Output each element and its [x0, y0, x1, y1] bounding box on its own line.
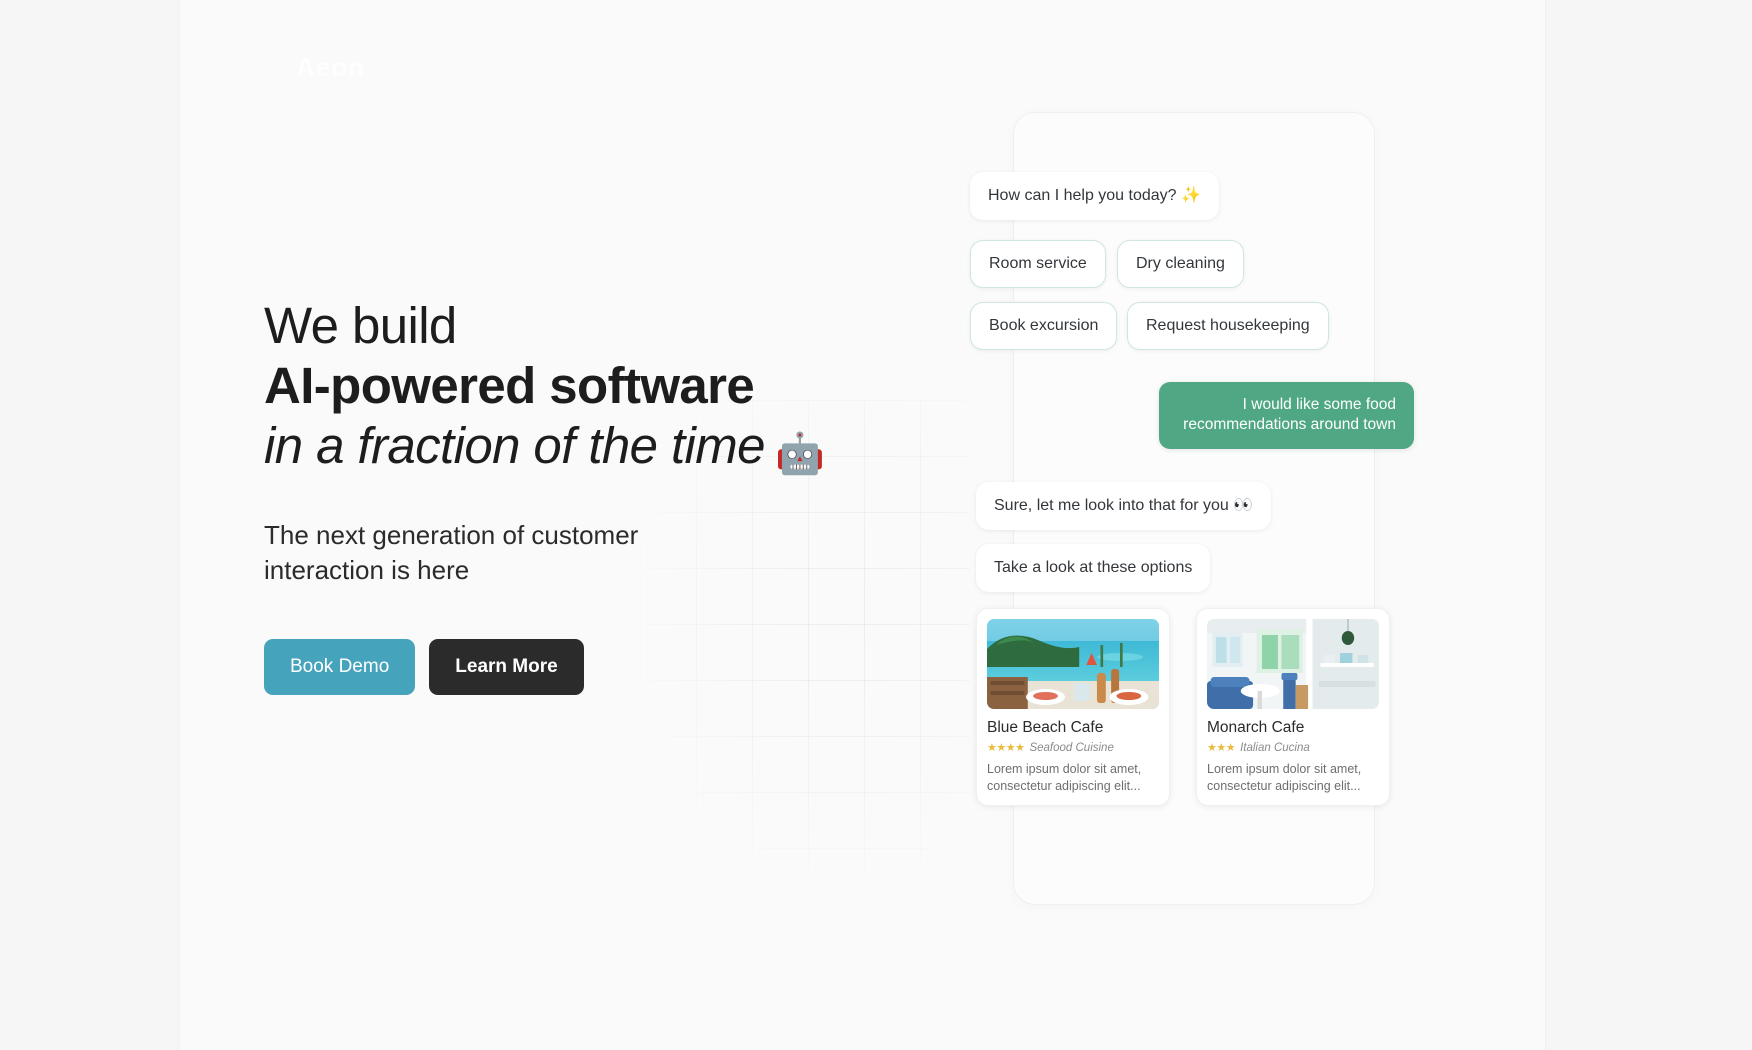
restaurant-cuisine: Italian Cucina	[1240, 741, 1310, 754]
quick-reply-request-housekeeping[interactable]: Request housekeeping	[1127, 302, 1329, 350]
headline-line-3: in a fraction of the time 🤖	[264, 420, 864, 474]
star-rating-icon: ★★★	[1207, 742, 1236, 754]
cta-button-row: Book Demo Learn More	[264, 638, 864, 695]
restaurant-rating-row: ★★★ Italian Cucina	[1207, 741, 1379, 755]
headline-line-3-text: in a fraction of the time	[264, 417, 766, 474]
quick-reply-book-excursion[interactable]: Book excursion	[970, 302, 1118, 350]
learn-more-button[interactable]: Learn More	[429, 638, 584, 695]
bot-reply-bubble-2: Take a look at these options	[976, 544, 1211, 592]
restaurant-card[interactable]: Blue Beach Cafe ★★★★ Seafood Cuisine Lor…	[976, 608, 1170, 806]
user-message-bubble: I would like some food recommendations a…	[1159, 382, 1414, 449]
book-demo-button[interactable]: Book Demo	[264, 638, 416, 695]
star-rating-icon: ★★★★	[987, 742, 1025, 754]
page-root: Aeon We build AI-powered software in a f…	[0, 0, 1752, 1050]
beach-scene-illustration	[987, 619, 1159, 709]
hero-section: We build AI-powered software in a fracti…	[264, 300, 864, 695]
page-title: We build AI-powered software in a fracti…	[264, 300, 864, 474]
restaurant-name: Monarch Cafe	[1207, 719, 1305, 736]
robot-icon: 🤖	[774, 432, 825, 476]
headline-line-2: AI-powered software	[264, 357, 755, 414]
restaurant-card[interactable]: Monarch Cafe ★★★ Italian Cucina Lorem ip…	[1196, 608, 1390, 806]
cafe-interior-illustration	[1207, 619, 1379, 709]
restaurant-description: Lorem ipsum dolor sit amet, consectetur …	[1207, 762, 1362, 793]
restaurant-photo-interior	[1207, 619, 1379, 709]
quick-reply-dry-cleaning[interactable]: Dry cleaning	[1117, 240, 1244, 288]
bot-reply-bubble-1: Sure, let me look into that for you 👀	[976, 482, 1272, 530]
restaurant-name: Blue Beach Cafe	[987, 719, 1104, 736]
hero-subheading: The next generation of customer interact…	[264, 520, 639, 586]
restaurant-cuisine: Seafood Cuisine	[1029, 741, 1114, 754]
brand-logo[interactable]: Aeon	[296, 52, 365, 83]
restaurant-photo-beach	[987, 619, 1159, 709]
restaurant-description: Lorem ipsum dolor sit amet, consectetur …	[987, 762, 1142, 793]
quick-reply-room-service[interactable]: Room service	[970, 240, 1106, 288]
bot-greeting-bubble: How can I help you today? ✨	[970, 172, 1219, 220]
headline-line-1: We build	[264, 297, 457, 354]
restaurant-rating-row: ★★★★ Seafood Cuisine	[987, 741, 1159, 755]
